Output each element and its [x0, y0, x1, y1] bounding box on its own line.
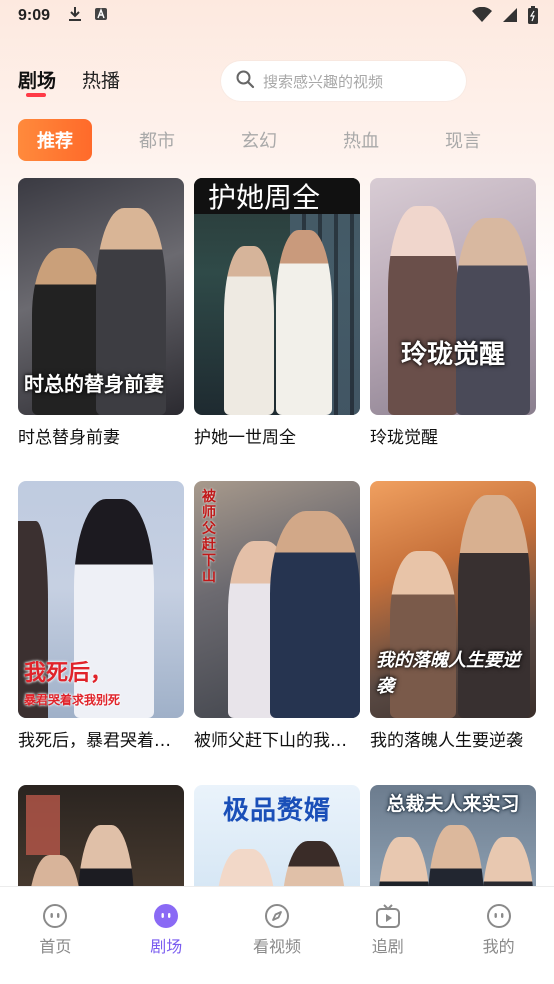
- poster-title-text: 时总的替身前妻: [24, 372, 164, 396]
- poster-title-text: 护她周全: [194, 178, 360, 214]
- poster-title-text: 极品赘婿: [222, 795, 331, 826]
- drama-title: 我死后，暴君哭着求我别死: [18, 731, 184, 751]
- drama-poster[interactable]: 护她周全: [194, 178, 360, 415]
- drama-poster[interactable]: 我的落魄人生要逆袭: [370, 481, 536, 718]
- nav-home[interactable]: 首页: [0, 887, 111, 984]
- drama-poster[interactable]: 时总的替身前妻: [18, 178, 184, 415]
- status-bar: 9:09: [0, 0, 554, 32]
- profile-face-icon: [486, 903, 512, 929]
- tv-play-icon: [375, 903, 401, 929]
- search-bar[interactable]: 搜索感兴趣的视频: [221, 61, 466, 101]
- signal-icon: [502, 7, 518, 27]
- drama-card[interactable]: 被师父赶下山 被师父赶下山的我无敌了: [194, 481, 360, 751]
- category-urban[interactable]: 都市: [120, 119, 194, 161]
- tab-theater[interactable]: 剧场: [18, 66, 57, 97]
- wifi-icon: [472, 6, 492, 27]
- tab-hot[interactable]: 热播: [82, 66, 120, 93]
- category-action[interactable]: 热血: [324, 119, 398, 161]
- poster-title-text: 玲珑觉醒: [400, 340, 505, 370]
- drama-title: 被师父赶下山的我无敌了: [194, 731, 360, 751]
- drama-card[interactable]: 总裁夫人来实习: [370, 785, 536, 886]
- nav-theater[interactable]: 剧场: [111, 887, 222, 984]
- drama-poster[interactable]: 玲珑觉醒: [370, 178, 536, 415]
- nav-home-label: 首页: [39, 937, 72, 956]
- drama-card[interactable]: 我死后， 暴君哭着求我别死 我死后，暴君哭着求我别死: [18, 481, 184, 751]
- poster-title-line-1: 我死后，: [24, 660, 113, 686]
- drama-poster[interactable]: [18, 785, 184, 886]
- drama-poster[interactable]: 总裁夫人来实习: [370, 785, 536, 886]
- nav-theater-label: 剧场: [150, 937, 183, 956]
- tab-hot-label: 热播: [82, 70, 121, 92]
- top-tabs: 剧场 热播: [18, 66, 120, 97]
- theater-face-icon: [153, 903, 179, 929]
- compass-icon: [264, 903, 290, 929]
- status-time: 9:09: [18, 7, 51, 24]
- app-notification-icon: [94, 7, 108, 25]
- battery-icon: [528, 6, 538, 28]
- drama-card[interactable]: 我的落魄人生要逆袭 我的落魄人生要逆袭: [370, 481, 536, 751]
- poster-title-text: 被师父赶下山: [202, 489, 216, 585]
- home-face-icon: [42, 903, 68, 929]
- drama-title: 时总替身前妻: [18, 428, 120, 448]
- bottom-nav: 首页 剧场 看视频 追剧 我的: [0, 886, 554, 984]
- drama-card[interactable]: [18, 785, 184, 886]
- drama-title: 护她一世周全: [194, 428, 296, 448]
- poster-title-text: 我的落魄人生要逆袭: [376, 650, 520, 697]
- category-tabs: 推荐 都市 玄幻 热血 现言: [18, 119, 528, 161]
- category-recommend[interactable]: 推荐: [18, 119, 92, 161]
- poster-title-text: 总裁夫人来实习: [386, 793, 520, 815]
- nav-follow-label: 追剧: [371, 937, 404, 956]
- category-romance[interactable]: 现言: [426, 119, 500, 161]
- active-tab-indicator: [26, 93, 46, 97]
- tab-theater-label: 剧场: [18, 70, 57, 92]
- drama-card[interactable]: 时总的替身前妻 时总替身前妻: [18, 178, 184, 448]
- drama-card[interactable]: 玲珑觉醒 玲珑觉醒: [370, 178, 536, 448]
- drama-poster[interactable]: 我死后， 暴君哭着求我别死: [18, 481, 184, 718]
- search-placeholder: 搜索感兴趣的视频: [263, 72, 384, 91]
- drama-card[interactable]: 护她周全 护她一世周全: [194, 178, 360, 448]
- drama-title: 我的落魄人生要逆袭: [370, 731, 523, 751]
- download-icon: [68, 6, 82, 26]
- poster-title-line-2: 暴君哭着求我别死: [24, 693, 121, 707]
- drama-card[interactable]: 极品赘婿: [194, 785, 360, 886]
- category-fantasy[interactable]: 玄幻: [222, 119, 296, 161]
- nav-profile[interactable]: 我的: [443, 887, 554, 984]
- nav-watch-video[interactable]: 看视频: [222, 887, 333, 984]
- search-icon: [235, 69, 255, 93]
- nav-watch-video-label: 看视频: [252, 937, 301, 956]
- drama-poster[interactable]: 极品赘婿: [194, 785, 360, 886]
- poster-title-text: 我死后， 暴君哭着求我别死: [24, 655, 178, 708]
- nav-follow[interactable]: 追剧: [332, 887, 443, 984]
- drama-title: 玲珑觉醒: [370, 428, 438, 448]
- nav-profile-label: 我的: [482, 937, 515, 956]
- drama-poster[interactable]: 被师父赶下山: [194, 481, 360, 718]
